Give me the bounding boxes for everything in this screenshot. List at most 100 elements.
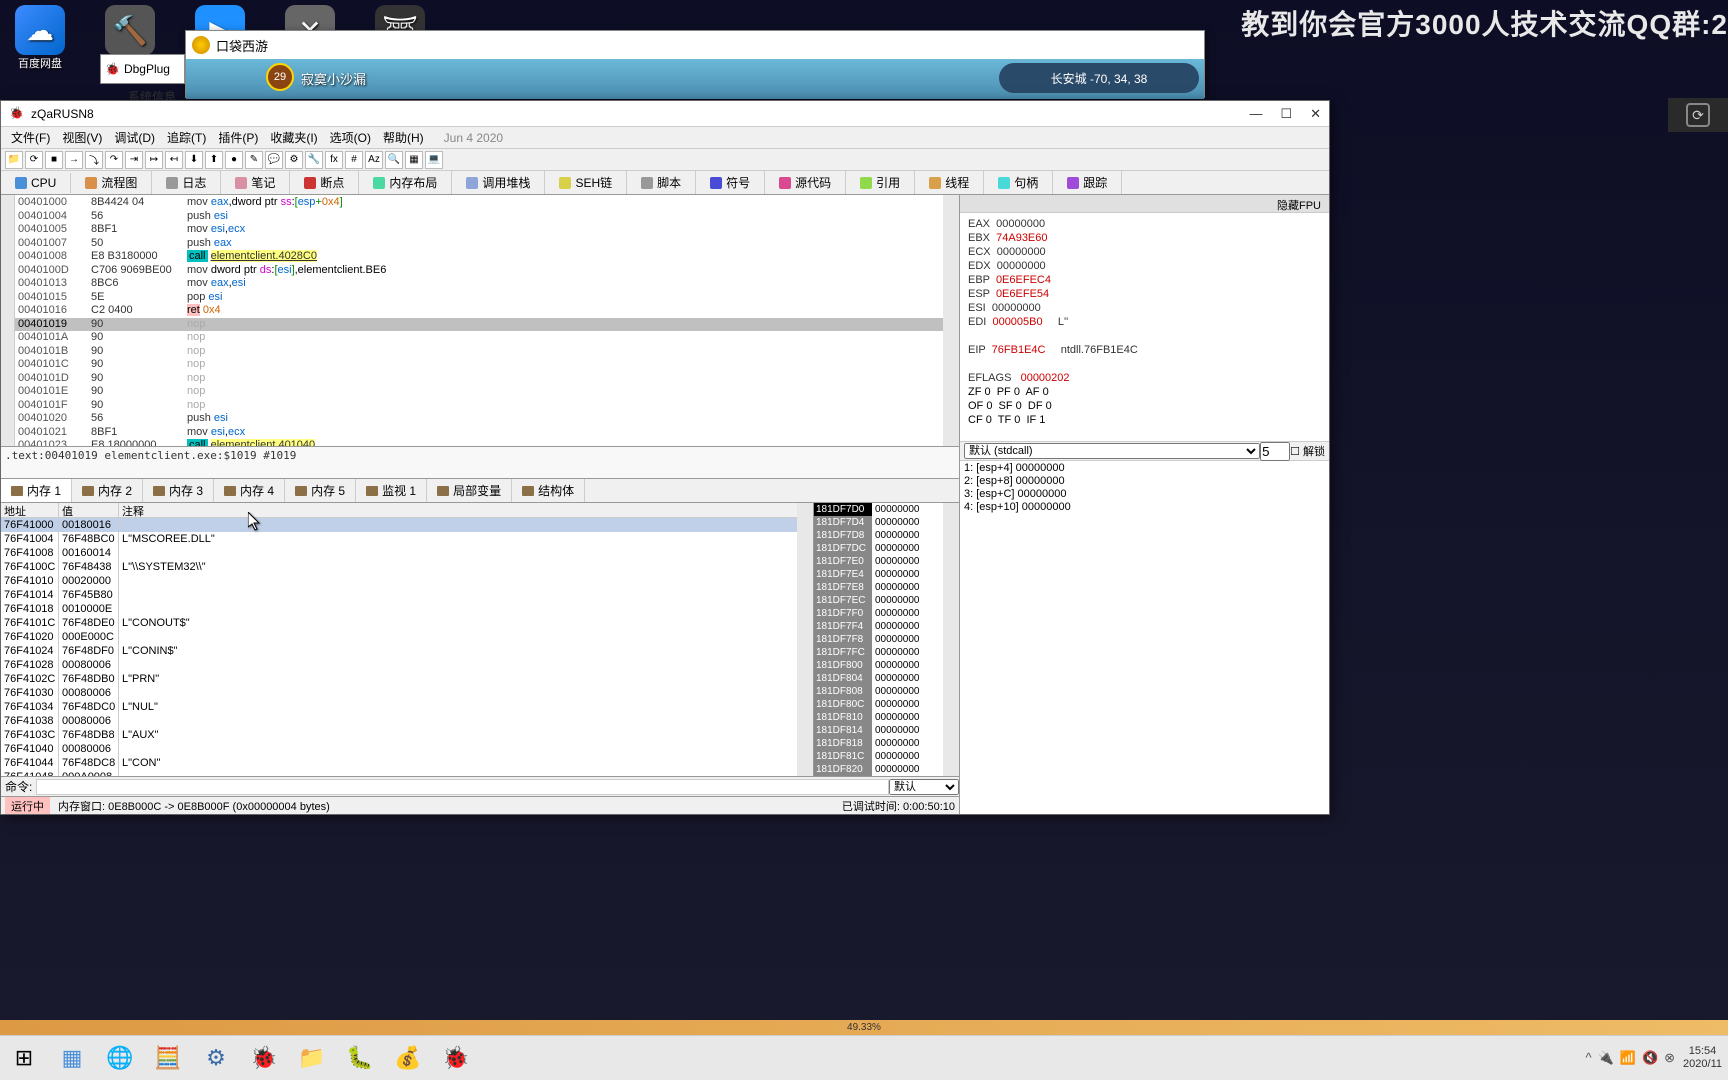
main-tab[interactable]: 跟踪 [1053, 171, 1122, 194]
task-icon[interactable]: 🧮 [150, 1040, 186, 1076]
memory-dump[interactable]: 76F410000018001676F4100476F48BC0L"MSCORE… [1, 518, 797, 776]
toolbar-button[interactable]: ↦ [145, 151, 163, 169]
main-tab[interactable]: 日志 [152, 171, 221, 194]
menu-item[interactable]: 调试(D) [110, 127, 159, 148]
toolbar-button[interactable]: ⬆ [205, 151, 223, 169]
main-tab[interactable]: CPU [1, 173, 71, 193]
main-tab[interactable]: SEH链 [545, 171, 627, 194]
toolbar-button[interactable]: ⟳ [25, 151, 43, 169]
registers-view[interactable]: EAX 00000000 EBX 74A93E60 ECX 00000000 E… [960, 213, 1329, 441]
minimize-button[interactable]: — [1249, 106, 1262, 122]
task-icon[interactable]: 🐞 [246, 1040, 282, 1076]
memory-tab[interactable]: 局部变量 [427, 479, 512, 502]
tray-icon[interactable]: 🔇 [1642, 1050, 1658, 1066]
command-input[interactable] [36, 779, 889, 795]
close-button[interactable]: ✕ [1310, 106, 1321, 122]
stack-view[interactable]: 181DF7D000000000181DF7D400000000181DF7D8… [813, 503, 943, 776]
toolbar-button[interactable]: 💻 [425, 151, 443, 169]
fpu-toggle[interactable]: 隐藏FPU [1277, 197, 1321, 210]
main-tab[interactable]: 符号 [696, 171, 765, 194]
task-icon[interactable]: ▦ [54, 1040, 90, 1076]
toolbar-button[interactable]: → [65, 151, 83, 169]
task-icon[interactable]: 🌐 [102, 1040, 138, 1076]
power-button[interactable]: ⟳ [1686, 103, 1710, 127]
toolbar-button[interactable]: 📁 [5, 151, 23, 169]
toolbar-button[interactable]: fx [325, 151, 343, 169]
scrollbar-v[interactable] [797, 503, 813, 776]
toolbar-button[interactable]: ⇥ [125, 151, 143, 169]
maximize-button[interactable]: ☐ [1280, 106, 1292, 122]
col-addr[interactable]: 地址 [1, 503, 59, 517]
menu-item[interactable]: 选项(O) [326, 127, 375, 148]
tray-icon[interactable]: ⊗ [1664, 1050, 1675, 1066]
menu-item[interactable]: 文件(F) [7, 127, 54, 148]
main-tab[interactable]: 调用堆栈 [452, 171, 545, 194]
main-tab[interactable]: 笔记 [221, 171, 290, 194]
calling-convention-select[interactable]: 默认 (stdcall) [964, 443, 1260, 459]
memory-tab[interactable]: 内存 1 [1, 479, 72, 502]
toolbar-button[interactable]: ↤ [165, 151, 183, 169]
memory-tab[interactable]: 结构体 [512, 479, 585, 502]
clock-time[interactable]: 15:54 [1683, 1045, 1722, 1058]
unlock-label[interactable]: 解锁 [1303, 446, 1325, 458]
toolbar-button[interactable]: ⤵ [85, 151, 103, 169]
toolbar-button[interactable]: 💬 [265, 151, 283, 169]
build-date: Jun 4 2020 [440, 129, 507, 147]
task-icon[interactable]: 📁 [294, 1040, 330, 1076]
cmd-mode-select[interactable]: 默认 [889, 779, 959, 795]
arg-count-input[interactable] [1260, 442, 1290, 461]
debugger-window: 🐞 zQaRUSN8 — ☐ ✕ 文件(F)视图(V)调试(D)追踪(T)插件(… [0, 100, 1330, 815]
task-icon[interactable]: ⚙ [198, 1040, 234, 1076]
main-tab[interactable]: 断点 [290, 171, 359, 194]
desktop-icon-baidu[interactable]: ☁百度网盘 [10, 5, 70, 71]
task-icon[interactable]: 🐛 [342, 1040, 378, 1076]
clock-date[interactable]: 2020/11 [1683, 1058, 1722, 1071]
menu-item[interactable]: 视图(V) [58, 127, 106, 148]
toolbar-button[interactable]: 🔧 [305, 151, 323, 169]
watermark-text: 教到你会官方3000人技术交流QQ群:2 [1241, 3, 1728, 43]
debugger-title: zQaRUSN8 [31, 107, 94, 121]
memory-tab[interactable]: 内存 4 [214, 479, 285, 502]
scrollbar-v[interactable] [943, 195, 959, 446]
toolbar-button[interactable]: ↷ [105, 151, 123, 169]
tray-icon[interactable]: 🔌 [1598, 1050, 1614, 1066]
menu-item[interactable]: 插件(P) [214, 127, 262, 148]
toolbar-button[interactable]: # [345, 151, 363, 169]
task-icon[interactable]: 🐞 [438, 1040, 474, 1076]
memory-tab[interactable]: 内存 2 [72, 479, 143, 502]
toolbar-button[interactable]: ⬇ [185, 151, 203, 169]
main-tab[interactable]: 流程图 [71, 171, 152, 194]
memory-tab[interactable]: 内存 3 [143, 479, 214, 502]
dbg-plugin-window[interactable]: 🐞DbgPlug [100, 54, 185, 84]
bug-icon: 🐞 [105, 62, 120, 76]
col-val[interactable]: 值 [59, 503, 119, 517]
toolbar-button[interactable]: ■ [45, 151, 63, 169]
menu-item[interactable]: 帮助(H) [379, 127, 428, 148]
game-level-badge: 29 [266, 63, 294, 91]
toolbar-button[interactable]: ⚙ [285, 151, 303, 169]
main-tab[interactable]: 源代码 [765, 171, 846, 194]
start-button[interactable]: ⊞ [6, 1040, 42, 1076]
main-tab[interactable]: 引用 [846, 171, 915, 194]
toolbar-button[interactable]: ▦ [405, 151, 423, 169]
col-comment[interactable]: 注释 [119, 503, 797, 517]
disassembly-view[interactable]: 0040100000401004004010050040100700401008… [1, 195, 959, 447]
main-tab[interactable]: 脚本 [627, 171, 696, 194]
memory-tab[interactable]: 监视 1 [356, 479, 427, 502]
main-tab[interactable]: 句柄 [984, 171, 1053, 194]
toolbar-button[interactable]: ● [225, 151, 243, 169]
toolbar-button[interactable]: Az [365, 151, 383, 169]
tray-icon[interactable]: 📶 [1620, 1050, 1636, 1066]
toolbar-button[interactable]: ✎ [245, 151, 263, 169]
main-tab[interactable]: 线程 [915, 171, 984, 194]
toolbar-button[interactable]: 🔍 [385, 151, 403, 169]
memory-tab[interactable]: 内存 5 [285, 479, 356, 502]
main-tab[interactable]: 内存布局 [359, 171, 452, 194]
menu-item[interactable]: 收藏夹(I) [266, 127, 321, 148]
tray-icon[interactable]: ^ [1585, 1050, 1591, 1066]
scrollbar-v[interactable] [943, 503, 959, 776]
menu-item[interactable]: 追踪(T) [163, 127, 210, 148]
debugger-titlebar[interactable]: 🐞 zQaRUSN8 — ☐ ✕ [1, 101, 1329, 127]
game-titlebar[interactable]: 口袋西游 [186, 31, 1204, 59]
task-icon[interactable]: 💰 [390, 1040, 426, 1076]
